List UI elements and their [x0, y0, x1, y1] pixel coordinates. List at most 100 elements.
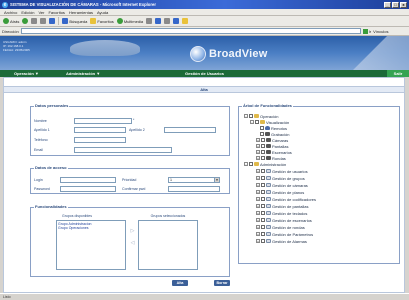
add-group-button[interactable]: ▷ — [130, 228, 135, 234]
selected-groups-list[interactable] — [138, 220, 198, 270]
edit-icon[interactable] — [173, 18, 180, 24]
confirm-password-input[interactable] — [168, 186, 220, 192]
menu-ver[interactable]: Ver — [38, 9, 44, 15]
node-checkbox[interactable] — [261, 150, 265, 154]
history-icon[interactable] — [146, 18, 153, 24]
email-input[interactable] — [74, 147, 172, 153]
multimedia-button[interactable]: Multimedia — [116, 18, 143, 24]
messenger-icon[interactable] — [182, 18, 189, 24]
expand-icon[interactable]: + — [256, 197, 260, 201]
tree-node-gestion-teclados[interactable]: + Gestión de teclados — [256, 210, 307, 216]
expand-icon[interactable]: + — [256, 204, 260, 208]
node-checkbox[interactable] — [261, 204, 265, 208]
node-checkbox[interactable] — [261, 138, 265, 142]
tree-node-label: Rondas — [272, 155, 286, 161]
home-icon[interactable] — [49, 18, 56, 24]
tree-node-gestion-rondas[interactable]: + Gestión de rondas — [256, 224, 305, 230]
close-button[interactable]: x — [400, 1, 407, 8]
menu-herramientas[interactable]: Herramientas — [69, 9, 93, 15]
access-data-legend: Datos de acceso — [35, 165, 67, 170]
expand-icon[interactable]: + — [256, 239, 260, 243]
menu-ayuda[interactable]: Ayuda — [97, 9, 108, 15]
expand-icon[interactable]: + — [256, 169, 260, 173]
node-checkbox[interactable] — [261, 156, 265, 160]
node-checkbox[interactable] — [261, 211, 265, 215]
menu-archivo[interactable]: Archivo — [4, 9, 17, 15]
tree-node-gestion-grupos[interactable]: + Gestión de grupos — [256, 175, 305, 181]
login-input[interactable] — [60, 177, 116, 183]
toolbar-divider — [58, 17, 60, 25]
password-input[interactable] — [60, 186, 116, 192]
tree-node-gestion-pantallas[interactable]: + Gestión de pantallas — [256, 203, 308, 209]
expand-icon[interactable]: + — [256, 225, 260, 229]
prioridad-select[interactable]: 1 ▼ — [168, 177, 220, 183]
menu-operacion[interactable]: Operación ▼ — [14, 70, 39, 77]
collapse-icon[interactable]: - — [250, 120, 254, 124]
apellido2-input[interactable] — [164, 127, 216, 133]
tree-node-gestion-codificadores[interactable]: + Gestión de codificadores — [256, 196, 316, 202]
minimize-button[interactable]: _ — [384, 1, 391, 8]
expand-icon[interactable]: + — [256, 190, 260, 194]
node-checkbox[interactable] — [261, 197, 265, 201]
expand-icon[interactable]: + — [256, 144, 260, 148]
tree-node-gestion-usuarios[interactable]: + Gestión de usuarios — [256, 168, 308, 174]
node-checkbox[interactable] — [261, 144, 265, 148]
node-checkbox[interactable] — [249, 114, 253, 118]
apellido1-input[interactable] — [74, 127, 126, 133]
borrar-button[interactable]: Borrar — [214, 280, 230, 286]
node-checkbox[interactable] — [249, 162, 253, 166]
mail-icon[interactable] — [155, 18, 162, 24]
node-checkbox[interactable] — [261, 225, 265, 229]
node-checkbox[interactable] — [260, 126, 264, 130]
menu-administracion[interactable]: Administración ▼ — [66, 70, 100, 77]
node-checkbox[interactable] — [261, 232, 265, 236]
node-checkbox[interactable] — [261, 169, 265, 173]
stop-icon[interactable] — [31, 18, 38, 24]
expand-icon[interactable]: + — [256, 138, 260, 142]
tree-node-gestion-escenarios[interactable]: + Gestión de escenarios — [256, 217, 312, 223]
tree-node-gestion-parametros[interactable]: + Gestión de Parámetros — [256, 231, 313, 237]
collapse-icon[interactable]: - — [244, 162, 248, 166]
back-button[interactable]: Atrás — [3, 18, 19, 24]
tree-node-gestion-alarmas[interactable]: + Gestión de Alarmas — [256, 238, 307, 244]
available-groups-list[interactable]: Grupo Administracion Grupo Operaciones — [56, 220, 126, 270]
node-checkbox[interactable] — [261, 183, 265, 187]
address-input[interactable] — [20, 28, 361, 34]
node-checkbox[interactable] — [261, 239, 265, 243]
node-checkbox[interactable] — [260, 132, 264, 136]
document-icon — [266, 183, 271, 187]
favorites-button[interactable]: Favoritos — [90, 18, 114, 24]
expand-icon[interactable]: + — [256, 183, 260, 187]
menu-favoritos[interactable]: Favoritos — [48, 9, 64, 15]
node-checkbox[interactable] — [261, 190, 265, 194]
maximize-button[interactable]: □ — [392, 1, 399, 8]
node-checkbox[interactable] — [261, 218, 265, 222]
tree-node-label: Gestión de cámaras — [272, 182, 308, 188]
node-checkbox[interactable] — [255, 120, 259, 124]
tree-node-administracion[interactable]: - Administración — [244, 161, 286, 167]
collapse-icon[interactable]: - — [244, 114, 248, 118]
nombre-input[interactable] — [74, 118, 132, 124]
search-button[interactable]: Búsqueda — [62, 18, 87, 24]
go-button[interactable]: Ir — [362, 28, 371, 34]
tree-node-gestion-camaras[interactable]: + Gestión de cámaras — [256, 182, 308, 188]
remove-group-button[interactable]: ◁ — [130, 240, 135, 246]
alta-button[interactable]: Alta — [172, 280, 188, 286]
forward-arrow-icon[interactable] — [22, 18, 29, 24]
links-label[interactable]: Vínculos — [373, 29, 388, 34]
user-icon — [265, 126, 270, 130]
tree-node-gestion-planos[interactable]: + Gestión de planos — [256, 189, 304, 195]
print-icon[interactable] — [164, 18, 171, 24]
expand-icon[interactable]: + — [256, 211, 260, 215]
expand-icon[interactable]: + — [256, 150, 260, 154]
exit-button[interactable]: Salir — [387, 70, 409, 77]
expand-icon[interactable]: + — [256, 232, 260, 236]
refresh-icon[interactable] — [40, 18, 47, 24]
expand-icon[interactable]: + — [256, 218, 260, 222]
expand-icon[interactable]: + — [256, 156, 260, 160]
list-item[interactable]: Grupo Operaciones — [58, 226, 124, 230]
expand-icon[interactable]: + — [256, 176, 260, 180]
telefono-input[interactable] — [74, 137, 126, 143]
menu-edicion[interactable]: Edición — [21, 9, 34, 15]
node-checkbox[interactable] — [261, 176, 265, 180]
